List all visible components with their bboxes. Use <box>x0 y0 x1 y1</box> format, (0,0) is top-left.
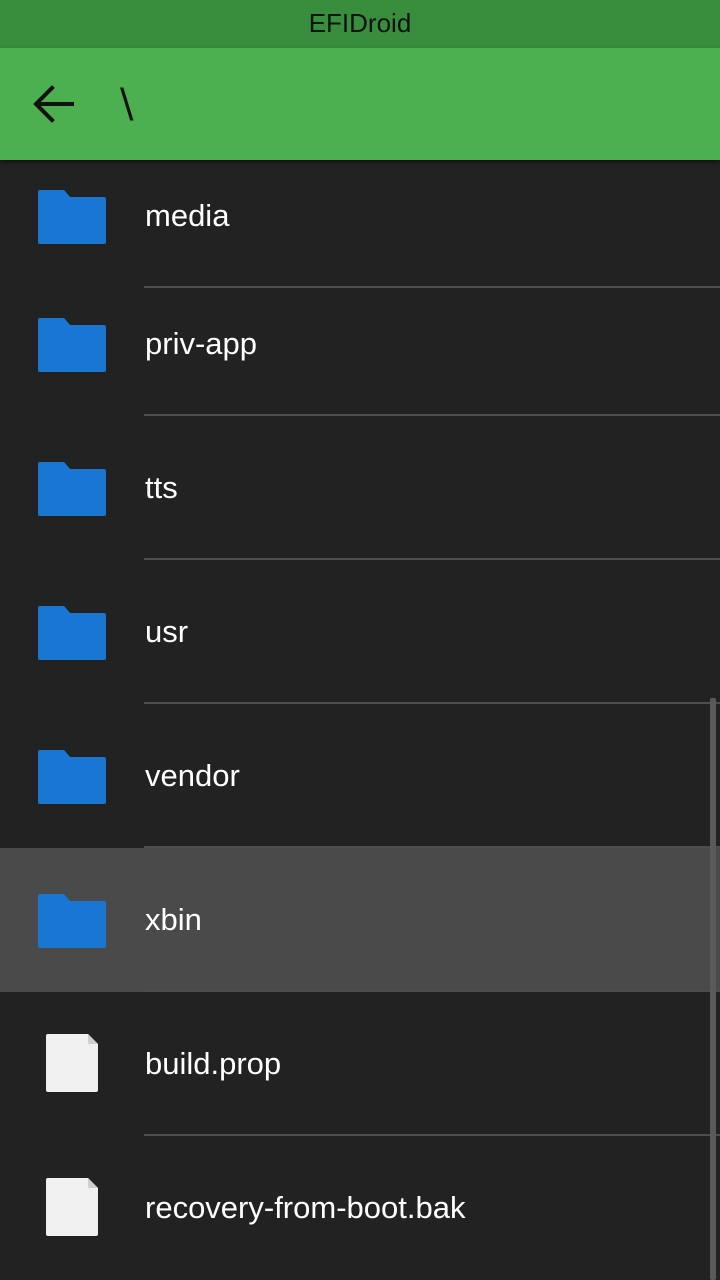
folder-icon <box>38 318 106 372</box>
list-item[interactable]: build.prop <box>0 992 720 1136</box>
entry-name: priv-app <box>145 326 257 361</box>
entry-name: build.prop <box>145 1046 282 1081</box>
entry-name: vendor <box>145 758 240 793</box>
list-item[interactable]: media <box>0 160 720 288</box>
scrollbar[interactable] <box>710 698 716 1280</box>
list-item[interactable]: tts <box>0 416 720 560</box>
folder-icon <box>38 462 106 516</box>
folder-icon <box>38 190 106 244</box>
entry-name: usr <box>145 614 189 649</box>
window-title-bar: EFIDroid <box>0 0 720 48</box>
entry-name: recovery-from-boot.bak <box>145 1190 466 1225</box>
file-icon <box>46 1034 98 1092</box>
folder-icon <box>38 750 106 804</box>
current-path: \ <box>120 81 134 127</box>
list-item-selected[interactable]: xbin <box>0 848 720 992</box>
list-item[interactable]: priv-app <box>0 272 720 416</box>
back-button[interactable] <box>24 76 80 132</box>
folder-icon <box>38 894 106 948</box>
app-bar: \ <box>0 48 720 160</box>
folder-icon <box>38 606 106 660</box>
list-item[interactable]: usr <box>0 560 720 704</box>
window-title: EFIDroid <box>308 8 412 38</box>
list-item[interactable]: vendor <box>0 704 720 848</box>
entry-name: xbin <box>145 902 202 937</box>
entry-name: media <box>145 198 230 233</box>
file-list[interactable]: media priv-app tts usr vendor xbin build… <box>0 160 720 1280</box>
arrow-left-icon <box>24 76 80 132</box>
entry-name: tts <box>145 470 178 505</box>
list-item[interactable]: recovery-from-boot.bak <box>0 1136 720 1280</box>
file-icon <box>46 1178 98 1236</box>
